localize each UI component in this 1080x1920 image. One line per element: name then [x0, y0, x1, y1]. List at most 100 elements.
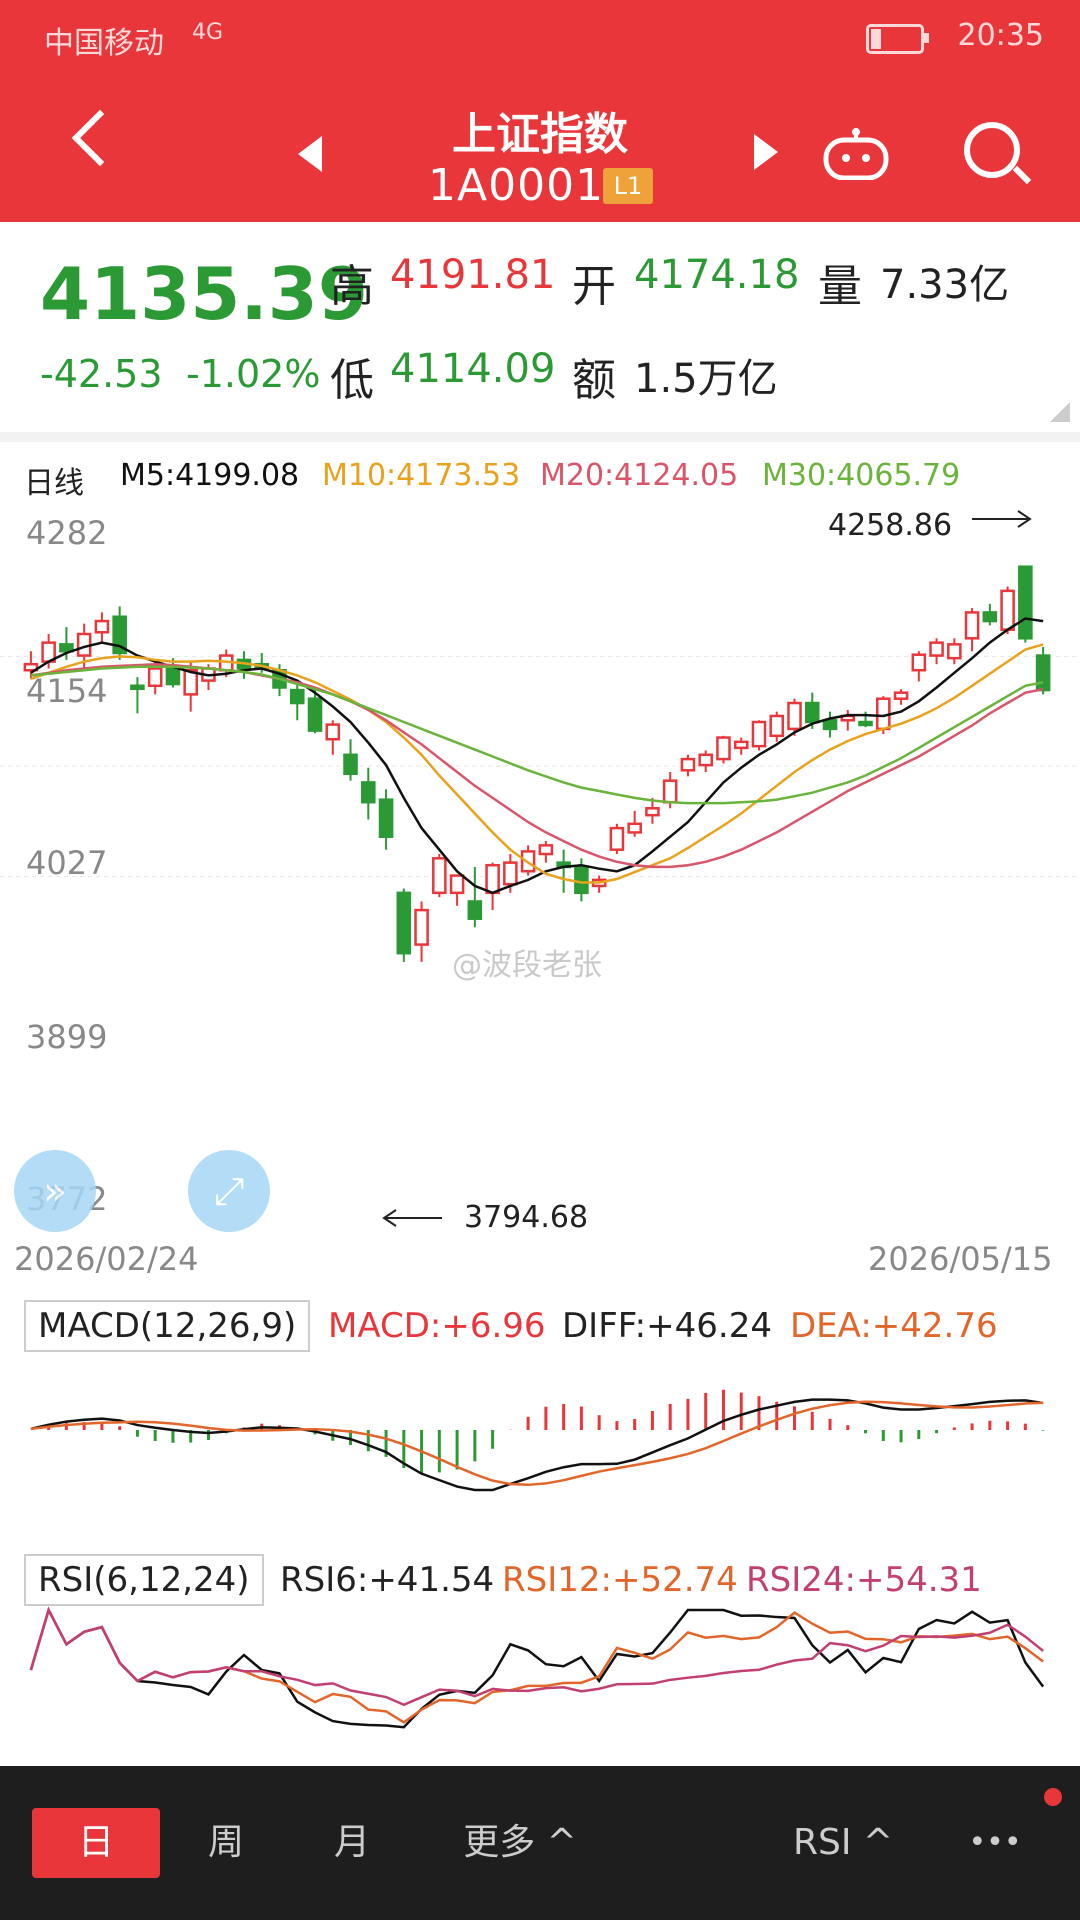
candle [432, 854, 447, 898]
fullscreen-icon[interactable]: ⤢ [188, 1150, 270, 1232]
candle [947, 638, 962, 665]
open-label: 开 [572, 261, 616, 312]
candle [627, 810, 642, 837]
candle [840, 709, 856, 731]
open-value: 4174.18 [634, 252, 800, 298]
clock: 20:35 [957, 18, 1044, 53]
ma30-line [30, 665, 1044, 805]
y-tick-3899: 3899 [26, 1018, 108, 1056]
candle [325, 720, 341, 755]
price-change: -42.53 [40, 352, 163, 396]
y-tick-4154: 4154 [26, 672, 108, 710]
candle [556, 849, 571, 893]
rsi-indicator-label[interactable]: RSI(6,12,24) [24, 1554, 264, 1606]
status-bar: 中国移动 4G 20:35 [44, 18, 1044, 61]
tab-day[interactable]: 日 [32, 1808, 160, 1878]
end-date: 2026/05/15 [868, 1240, 1053, 1278]
volume-value: 7.33亿 [880, 262, 1010, 308]
signal-icon: 4G [192, 20, 224, 45]
tab-more[interactable]: 更多 ^ [430, 1808, 610, 1878]
ma20-value: M20:4124.05 [540, 458, 739, 493]
candle [485, 862, 500, 911]
candle [289, 681, 305, 721]
candle [361, 767, 376, 820]
y-tick-4027: 4027 [26, 844, 108, 882]
candlestick-chart[interactable] [0, 500, 1080, 1240]
candle [467, 866, 483, 928]
candle [94, 612, 110, 643]
macd-chart [30, 1389, 1045, 1492]
candle [1018, 565, 1033, 643]
battery-icon [866, 24, 929, 54]
dea-line [30, 1400, 1044, 1487]
start-date: 2026/02/24 [14, 1240, 199, 1278]
ma5-line [30, 617, 1044, 895]
expand-corner-icon[interactable] [1050, 402, 1070, 422]
high-label: 高 [330, 261, 374, 312]
ma10-value: M10:4173.53 [322, 458, 521, 493]
volume-label: 量 [818, 261, 862, 312]
period-label: 日线 [24, 466, 84, 501]
candle [538, 841, 554, 863]
candle [929, 638, 944, 665]
candle [130, 677, 145, 714]
notification-dot [1044, 1788, 1062, 1806]
candle [680, 754, 696, 777]
top-header: 中国移动 4G 20:35 上证指数 1A0001 L1 [0, 0, 1080, 222]
ma30-value: M30:4065.79 [762, 458, 961, 493]
candle [343, 739, 358, 781]
candle [183, 661, 198, 712]
rsi12-line [29, 1606, 1044, 1724]
amount-label: 额 [572, 355, 616, 406]
candle [769, 711, 785, 742]
price-change-pct: -1.02% [186, 352, 321, 396]
next-stock-icon[interactable] [754, 134, 778, 170]
low-value: 4114.09 [390, 346, 556, 392]
macd-value: MACD:+6.96 [328, 1306, 546, 1346]
max-price-annotation: 4258.86 [828, 508, 953, 543]
candle [698, 750, 713, 773]
low-label: 低 [330, 355, 374, 406]
dea-value: DEA:+42.76 [790, 1306, 998, 1346]
ma5-value: M5:4199.08 [120, 458, 300, 493]
diff-line [30, 1398, 1044, 1492]
rsi24-value: RSI24:+54.31 [746, 1560, 982, 1600]
candle [414, 901, 429, 962]
candle [716, 735, 731, 764]
candle [911, 651, 927, 682]
rsi12-value: RSI12:+52.74 [502, 1560, 738, 1600]
candle [609, 823, 625, 854]
level-badge: L1 [603, 168, 653, 204]
candle [964, 608, 980, 652]
candle [893, 689, 909, 705]
more-menu-icon[interactable]: ••• [940, 1808, 1050, 1878]
tab-week[interactable]: 周 [176, 1808, 276, 1878]
candle [982, 603, 998, 626]
rsi6-value: RSI6:+41.54 [280, 1560, 495, 1600]
bottom-tab-bar: 日 周 月 更多 ^ RSI ^ ••• [0, 1766, 1080, 1920]
search-icon[interactable] [964, 122, 1020, 178]
min-price-annotation: 3794.68 [464, 1200, 589, 1235]
divider [0, 432, 1080, 442]
diff-value: DIFF:+46.24 [562, 1306, 772, 1346]
candle [822, 711, 838, 738]
quote-panel: 4135.39 -42.53 -1.02% 高 4191.81 开 4174.1… [0, 222, 1080, 432]
macd-indicator-label[interactable]: MACD(12,26,9) [24, 1300, 311, 1352]
robot-assistant-icon[interactable] [822, 128, 890, 180]
watermark: @波段老张 [452, 948, 602, 983]
candle [378, 789, 394, 850]
candle [751, 720, 767, 751]
carrier-name: 中国移动 [44, 26, 164, 61]
candle [396, 888, 412, 962]
candle [112, 606, 127, 660]
rsi6-line [29, 1606, 1045, 1729]
tab-month[interactable]: 月 [302, 1808, 402, 1878]
page-title: 上证指数 [452, 109, 628, 160]
candle [591, 875, 607, 893]
indicator-select[interactable]: RSI ^ [778, 1808, 908, 1878]
amount-value: 1.5万亿 [634, 356, 778, 402]
high-value: 4191.81 [390, 252, 556, 298]
fast-forward-icon[interactable]: » [14, 1150, 96, 1232]
last-price: 4135.39 [40, 252, 368, 336]
rsi-chart [29, 1606, 1045, 1729]
